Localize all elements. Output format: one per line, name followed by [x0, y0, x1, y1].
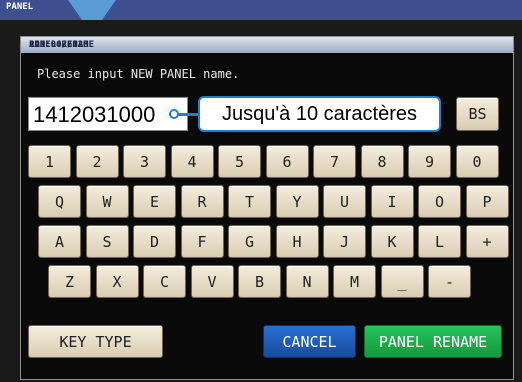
key-2[interactable]: 2: [75, 145, 119, 178]
key-hyphen[interactable]: -: [428, 265, 471, 298]
key-d[interactable]: D: [133, 225, 176, 258]
key-p[interactable]: P: [465, 185, 509, 218]
key-w[interactable]: W: [85, 185, 129, 218]
prompt-text: Please input NEW PANEL name.: [37, 67, 240, 81]
key-4[interactable]: 4: [170, 145, 214, 178]
key-z[interactable]: Z: [48, 265, 91, 298]
dialog-title-bar: PANEL RENAME LCR:04/60 ADJ:002/128: [21, 37, 513, 53]
key-m[interactable]: M: [333, 265, 376, 298]
character-limit-callout: Jusqu'à 10 caractères: [198, 96, 441, 132]
callout-dot-icon: [169, 109, 179, 119]
key-y[interactable]: Y: [275, 185, 319, 218]
key-q[interactable]: Q: [38, 185, 81, 218]
key-underscore[interactable]: _: [380, 265, 424, 298]
key-6[interactable]: 6: [265, 145, 309, 178]
key-plus[interactable]: +: [465, 225, 509, 258]
key-g[interactable]: G: [228, 225, 271, 258]
top-bar-label: PANEL: [6, 2, 34, 12]
cancel-button[interactable]: CANCEL: [263, 325, 356, 358]
callout-connector: [177, 113, 199, 116]
key-type-button[interactable]: KEY TYPE: [28, 325, 163, 358]
key-n[interactable]: N: [285, 265, 329, 298]
panel-name-input[interactable]: 1412031000: [28, 97, 188, 131]
key-u[interactable]: U: [323, 185, 366, 218]
key-c[interactable]: C: [143, 265, 186, 298]
key-v[interactable]: V: [190, 265, 234, 298]
key-5[interactable]: 5: [218, 145, 261, 178]
key-i[interactable]: I: [370, 185, 414, 218]
key-9[interactable]: 9: [408, 145, 451, 178]
key-t[interactable]: T: [228, 185, 271, 218]
key-s[interactable]: S: [85, 225, 129, 258]
key-k[interactable]: K: [370, 225, 414, 258]
background-adj-count: ADJ:002/128: [29, 40, 89, 50]
key-1[interactable]: 1: [28, 145, 71, 178]
key-o[interactable]: O: [418, 185, 461, 218]
key-x[interactable]: X: [95, 265, 139, 298]
key-j[interactable]: J: [323, 225, 366, 258]
panel-rename-dialog: PANEL RENAME LCR:04/60 ADJ:002/128 Pleas…: [20, 36, 514, 380]
backspace-key[interactable]: BS: [456, 97, 499, 131]
key-0[interactable]: 0: [455, 145, 499, 178]
panel-name-value: 1412031000: [33, 102, 156, 127]
key-a[interactable]: A: [38, 225, 81, 258]
panel-rename-button[interactable]: PANEL RENAME: [364, 325, 502, 358]
key-3[interactable]: 3: [123, 145, 166, 178]
key-7[interactable]: 7: [313, 145, 356, 178]
key-b[interactable]: B: [238, 265, 281, 298]
key-r[interactable]: R: [180, 185, 224, 218]
key-8[interactable]: 8: [360, 145, 404, 178]
key-h[interactable]: H: [275, 225, 319, 258]
key-l[interactable]: L: [418, 225, 461, 258]
key-f[interactable]: F: [180, 225, 224, 258]
key-e[interactable]: E: [133, 185, 176, 218]
